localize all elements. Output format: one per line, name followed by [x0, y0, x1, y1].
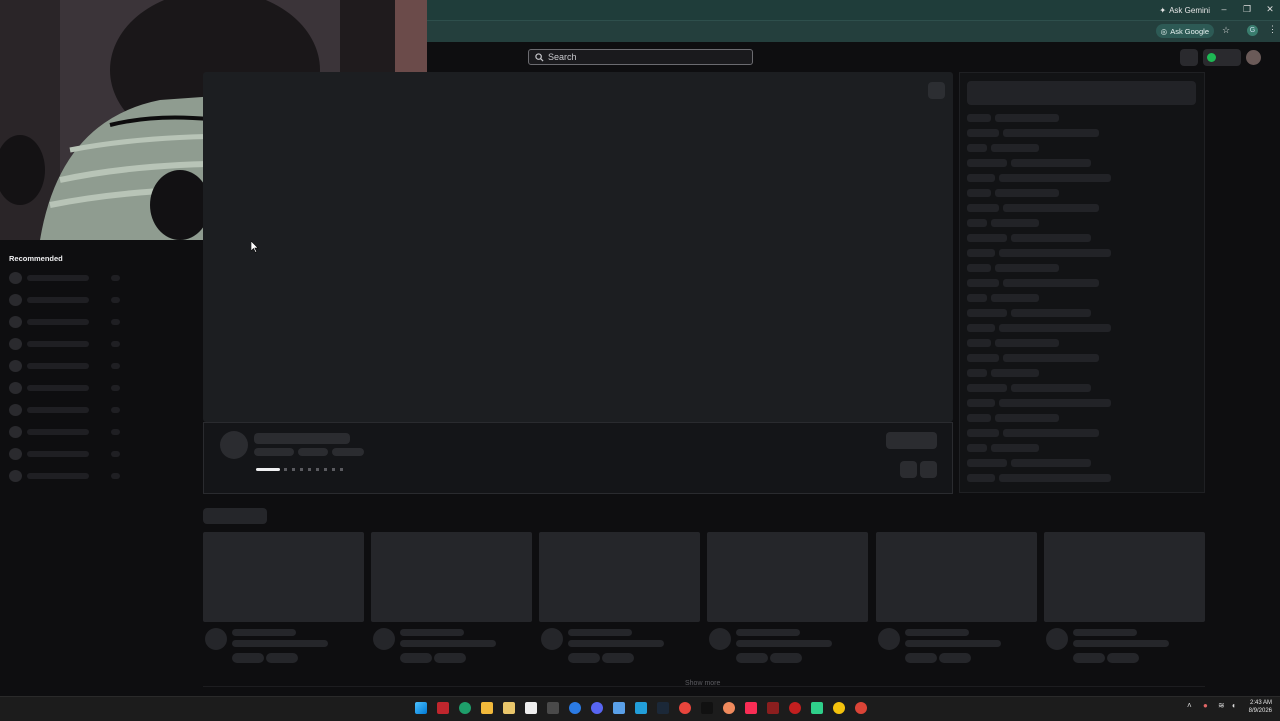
- notifications-button[interactable]: [1180, 49, 1198, 66]
- close-window-button[interactable]: ✕: [1262, 2, 1278, 16]
- sidebar-item[interactable]: [9, 316, 121, 328]
- stream-thumbnail[interactable]: [539, 532, 700, 622]
- channel-meta-skeleton: [254, 448, 294, 456]
- sidebar-item[interactable]: [9, 294, 121, 306]
- sidebar-item[interactable]: [9, 338, 121, 350]
- microphone-icon[interactable]: ●: [1203, 701, 1208, 710]
- music-icon[interactable]: [745, 702, 757, 714]
- section-title-skeleton: [203, 508, 267, 524]
- channel-name-skeleton: [254, 433, 350, 444]
- system-clock[interactable]: 2:43 AM 8/9/2026: [1249, 699, 1272, 715]
- steam-icon[interactable]: [657, 702, 669, 714]
- featured-channel-bar: [203, 422, 953, 494]
- stream-thumbnail[interactable]: [371, 532, 532, 622]
- sidebar-item[interactable]: [9, 382, 121, 394]
- start-menu-icon[interactable]: [415, 702, 427, 714]
- follow-button[interactable]: [886, 432, 937, 449]
- stream-card[interactable]: [1044, 532, 1205, 667]
- carousel-next-button[interactable]: [920, 461, 937, 478]
- document-icon[interactable]: [525, 702, 537, 714]
- restore-button[interactable]: ❐: [1239, 2, 1255, 16]
- stream-thumbnail[interactable]: [707, 532, 868, 622]
- wifi-icon[interactable]: ≋: [1218, 701, 1225, 710]
- chrome-icon[interactable]: [855, 702, 867, 714]
- bookmark-star-icon[interactable]: ☆: [1222, 25, 1230, 36]
- edge-icon[interactable]: [459, 702, 471, 714]
- user-avatar[interactable]: [1246, 50, 1261, 65]
- streamer-avatar[interactable]: [205, 628, 227, 650]
- stream-card[interactable]: [203, 532, 364, 667]
- video-corner-button[interactable]: [928, 82, 945, 99]
- sparkle-icon: ✦: [1159, 5, 1167, 15]
- sidebar-item[interactable]: [9, 470, 121, 482]
- stream-thumbnail[interactable]: [1044, 532, 1205, 622]
- ask-gemini-button[interactable]: ✦ Ask Gemini: [1153, 2, 1216, 18]
- streamer-avatar[interactable]: [1046, 628, 1068, 650]
- stream-card[interactable]: [876, 532, 1037, 667]
- tray-expand-icon[interactable]: ˄: [1187, 701, 1192, 710]
- stream-card[interactable]: [371, 532, 532, 667]
- chrome-icon[interactable]: [833, 702, 845, 714]
- ask-gemini-label: Ask Gemini: [1169, 5, 1210, 15]
- sidebar-item[interactable]: [9, 448, 121, 460]
- minimize-button[interactable]: –: [1216, 2, 1232, 16]
- volume-icon[interactable]: ◖: [1231, 701, 1236, 710]
- lens-icon: ◎: [1160, 26, 1168, 36]
- sidebar-item[interactable]: [9, 404, 121, 416]
- file-explorer-icon[interactable]: [481, 702, 493, 714]
- chat-panel: [959, 72, 1205, 493]
- app-icon[interactable]: [613, 702, 625, 714]
- featured-video-placeholder[interactable]: [203, 72, 953, 422]
- mouse-cursor-icon: [250, 240, 259, 258]
- ask-google-label: Ask Google: [1170, 26, 1209, 36]
- chat-header-skeleton: [967, 81, 1196, 105]
- discord-icon[interactable]: [591, 702, 603, 714]
- stream-thumbnail[interactable]: [203, 532, 364, 622]
- channel-avatar[interactable]: [220, 431, 248, 459]
- app-icon[interactable]: [569, 702, 581, 714]
- carousel-indicators[interactable]: [284, 468, 344, 471]
- carousel-indicator-active[interactable]: [256, 468, 280, 471]
- clock-date: 8/9/2026: [1248, 708, 1272, 714]
- search-placeholder: Search: [548, 52, 577, 62]
- streamer-avatar[interactable]: [373, 628, 395, 650]
- streamer-avatar[interactable]: [541, 628, 563, 650]
- app-icon[interactable]: [789, 702, 801, 714]
- show-more-link[interactable]: Show more: [685, 680, 720, 687]
- telegram-icon[interactable]: [635, 702, 647, 714]
- chrome-icon[interactable]: [679, 702, 691, 714]
- streamer-avatar[interactable]: [878, 628, 900, 650]
- app-icon[interactable]: [767, 702, 779, 714]
- profile-avatar[interactable]: G: [1247, 25, 1258, 36]
- notes-icon[interactable]: [503, 702, 515, 714]
- carousel-prev-button[interactable]: [900, 461, 917, 478]
- app-icon[interactable]: [723, 702, 735, 714]
- channel-meta-skeleton: [332, 448, 364, 456]
- stream-card[interactable]: [707, 532, 868, 667]
- clock-time: 2:43 AM: [1249, 700, 1272, 706]
- sidebar-item[interactable]: [9, 272, 121, 284]
- stream-card[interactable]: [539, 532, 700, 667]
- search-input[interactable]: Search: [528, 49, 753, 65]
- sidebar-item[interactable]: [9, 426, 121, 438]
- app-icon[interactable]: [811, 702, 823, 714]
- browser-menu-icon[interactable]: ⋮: [1268, 24, 1277, 35]
- search-icon: [535, 52, 544, 62]
- sidebar-item[interactable]: [9, 360, 121, 372]
- chat-message-list: [967, 114, 1199, 484]
- stream-thumbnail[interactable]: [876, 532, 1037, 622]
- status-icon: [1207, 53, 1216, 62]
- tiktok-icon[interactable]: [701, 702, 713, 714]
- ask-google-button[interactable]: ◎ Ask Google: [1155, 24, 1214, 38]
- sidebar-title: Recommended: [9, 254, 63, 263]
- prime-button[interactable]: [1203, 49, 1241, 66]
- streamer-avatar[interactable]: [709, 628, 731, 650]
- app-icon[interactable]: [437, 702, 449, 714]
- calculator-icon[interactable]: [547, 702, 559, 714]
- channel-meta-skeleton: [298, 448, 328, 456]
